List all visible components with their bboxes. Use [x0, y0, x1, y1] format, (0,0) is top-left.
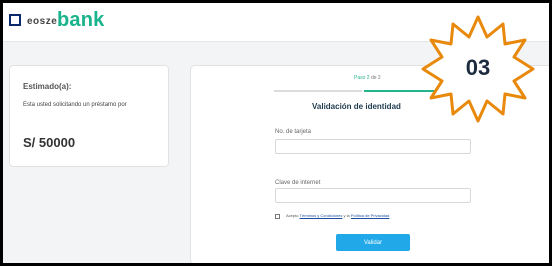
terms-and-label: y la [343, 213, 350, 218]
terms-text: Acepto Términos y Condiciones y la Polít… [286, 213, 389, 218]
logo-square-icon [9, 14, 21, 26]
internet-password-label: Clave de internet [275, 180, 321, 186]
logo-wordmark: bank [57, 9, 105, 31]
progress-track-step-1 [274, 90, 362, 92]
step-separator: de [370, 75, 377, 81]
step-indicator: Paso 2 de 2 [354, 75, 381, 81]
card-number-label: No. de tarjeta [275, 129, 312, 135]
privacy-link[interactable]: Política de Privacidad [351, 213, 389, 218]
step-current: 2 [366, 75, 370, 81]
step-number-badge: 03 [421, 15, 535, 123]
form-title: Validación de identidad [312, 102, 401, 111]
loan-amount: S/ 50000 [23, 135, 76, 150]
terms-checkbox[interactable] [275, 214, 280, 219]
validate-button[interactable]: Validar [336, 234, 410, 251]
step-total: 2 [377, 75, 381, 81]
loan-description: Esta usted solicitando un préstamo por [23, 102, 127, 108]
app-window: eosze bank Estimado(a): Esta usted solic… [3, 3, 549, 263]
greeting-label: Estimado(a): [23, 82, 72, 91]
terms-accept-label: Acepto [286, 213, 299, 218]
step-prefix: Paso [354, 75, 366, 81]
terms-link[interactable]: Términos y Condiciones [300, 213, 343, 218]
internet-password-input[interactable] [275, 188, 471, 203]
badge-label: 03 [465, 55, 491, 80]
loan-summary-card: Estimado(a): Esta usted solicitando un p… [9, 65, 169, 167]
card-number-input[interactable] [275, 139, 471, 154]
logo-prefix: eosze [27, 16, 58, 27]
